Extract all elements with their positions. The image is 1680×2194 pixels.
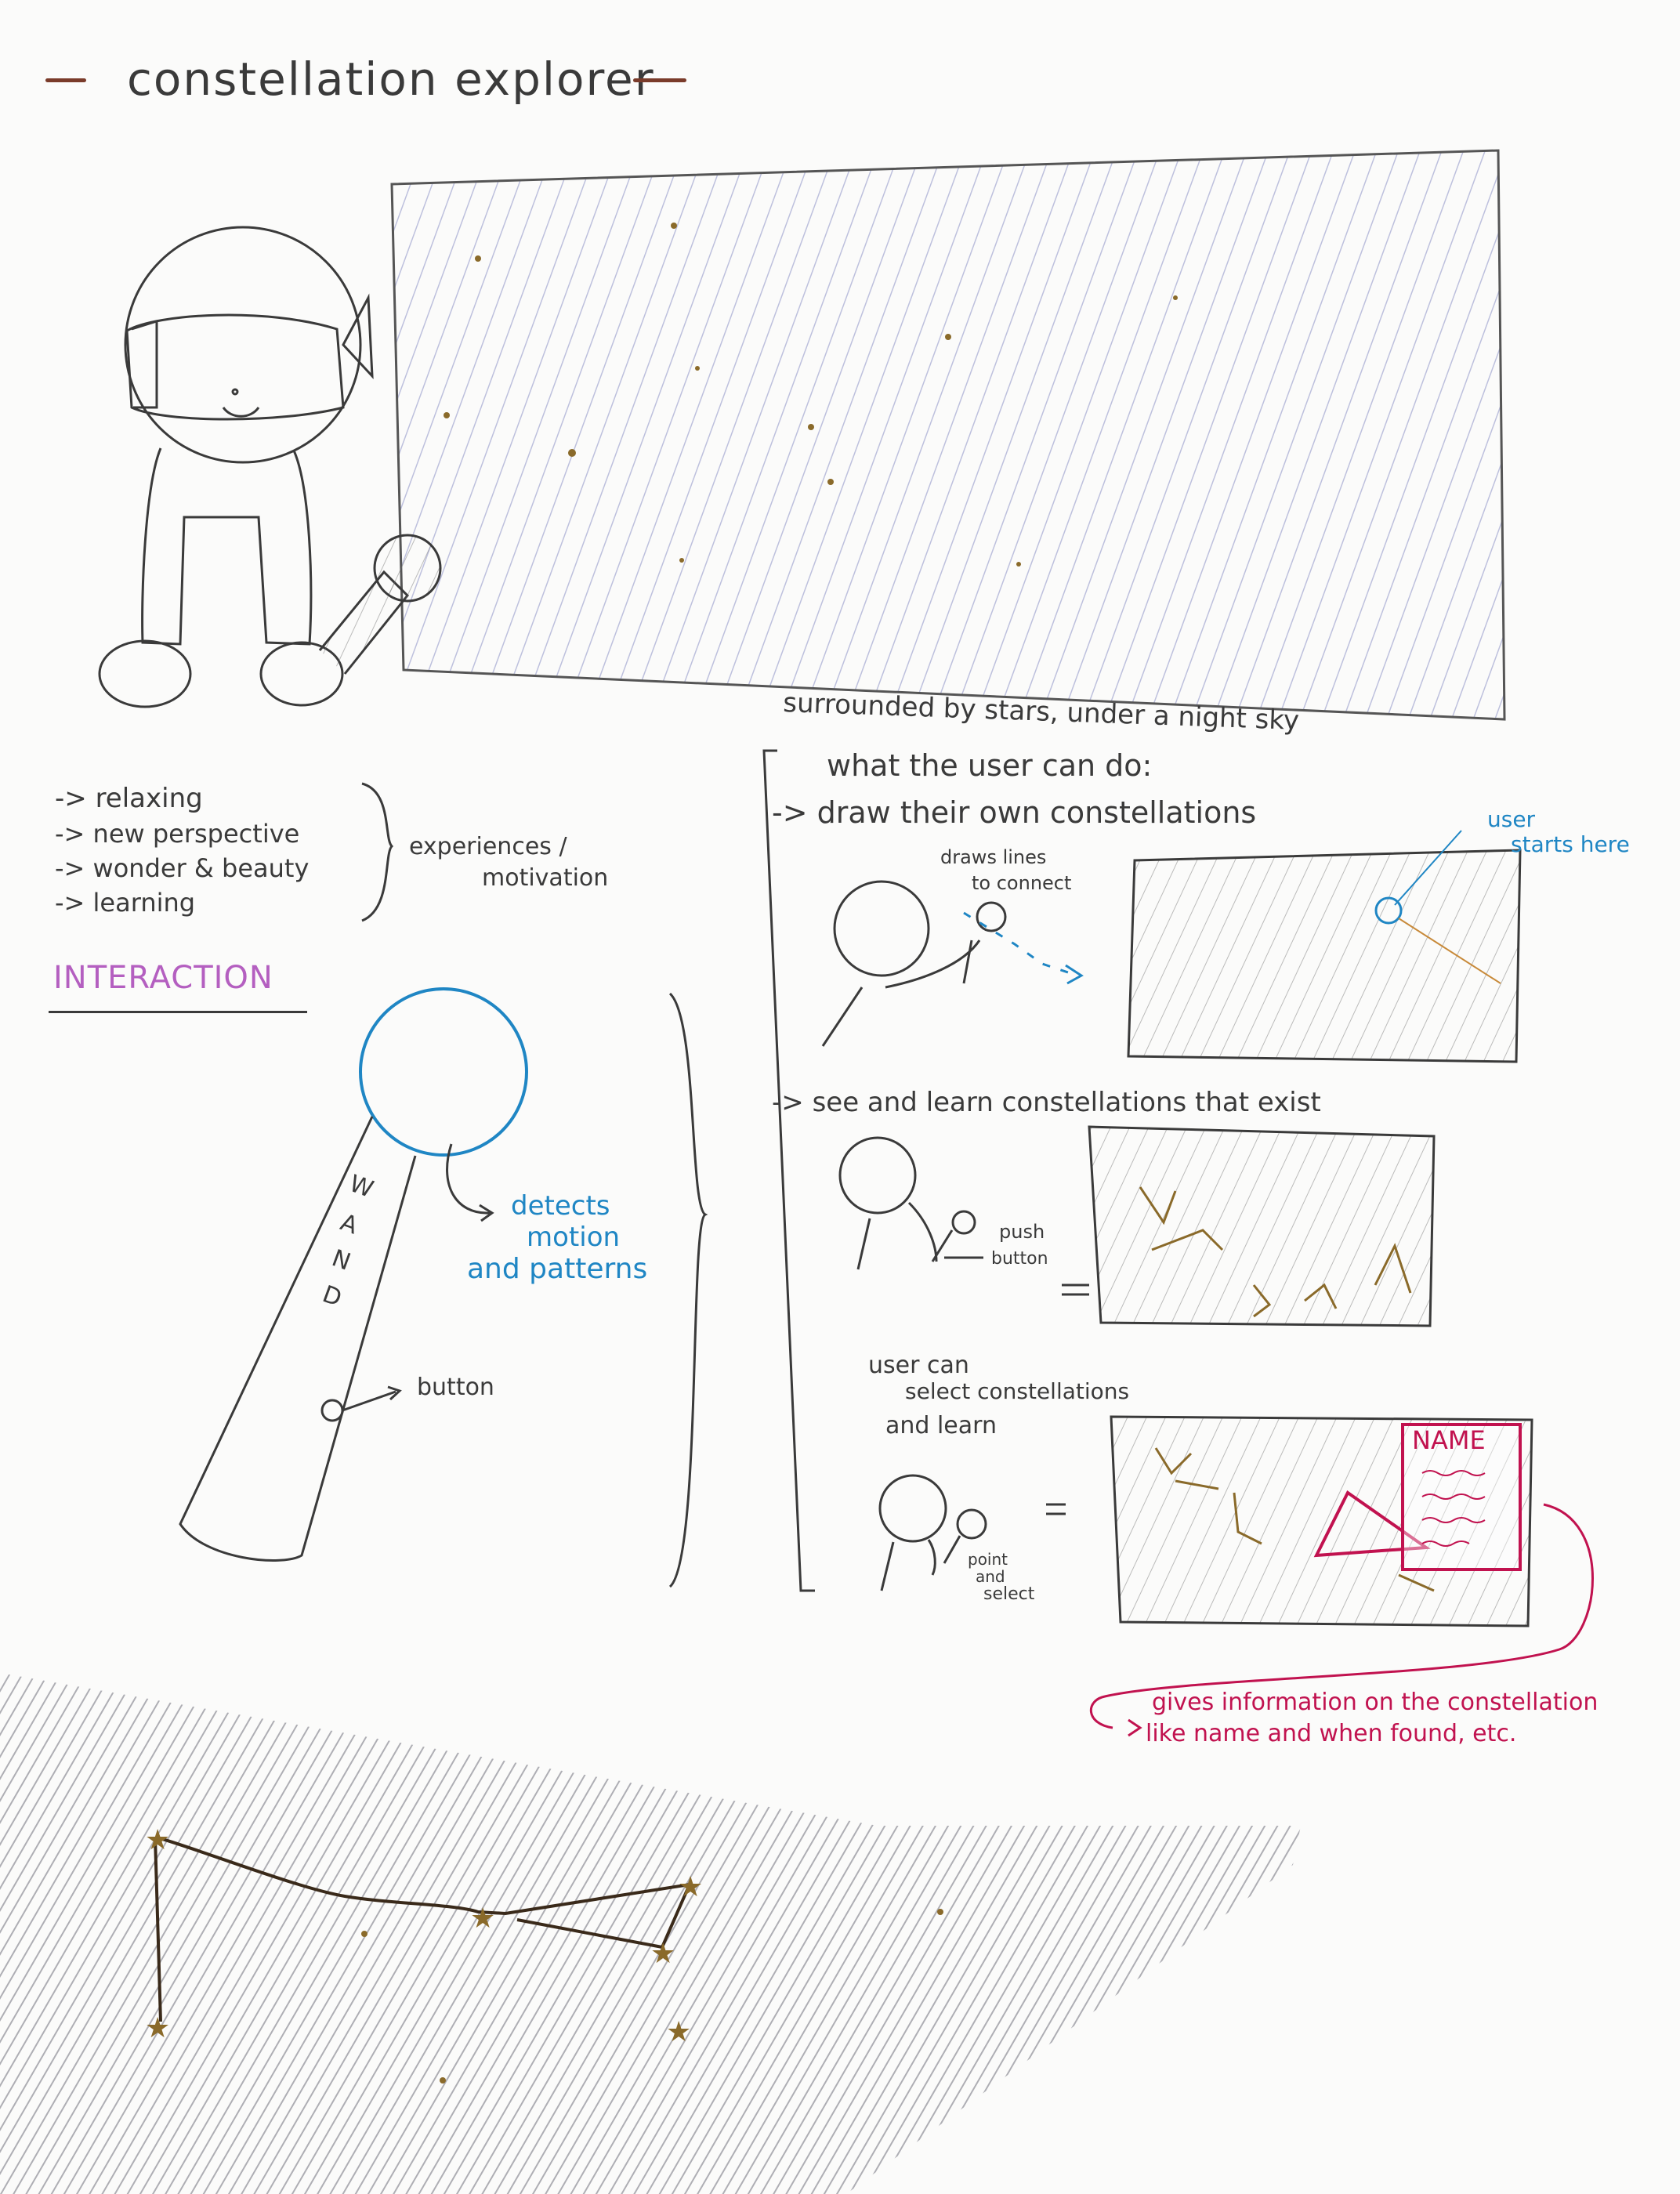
bottom-constellation-sky: ★ ★ ★ ★ ★ ★ (0, 1673, 1301, 2194)
svg-text:★: ★ (678, 1871, 703, 1903)
svg-text:★: ★ (145, 1824, 170, 1856)
svg-text:★: ★ (145, 2012, 170, 2044)
svg-text:★: ★ (470, 1903, 495, 1935)
svg-text:★: ★ (650, 1938, 675, 1970)
svg-text:★: ★ (666, 2016, 691, 2048)
